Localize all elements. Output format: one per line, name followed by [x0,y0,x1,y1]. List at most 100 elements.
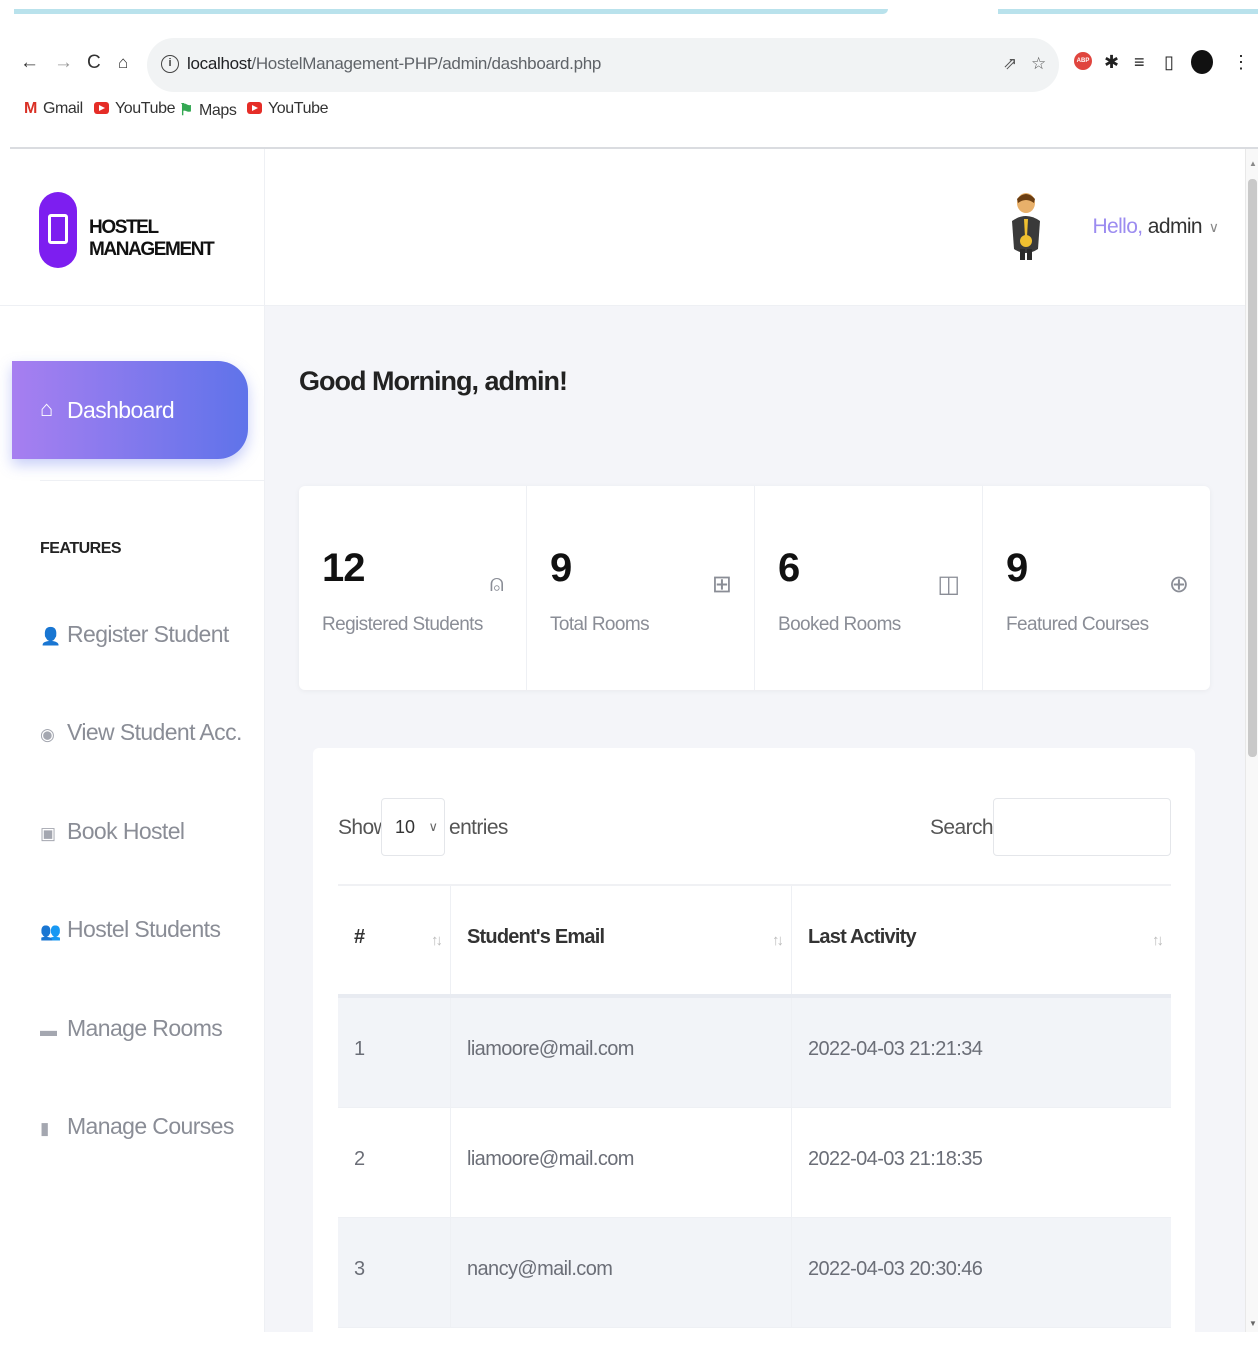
sort-icon: ↑↓ [431,932,443,949]
globe-icon: ⊕ [1168,571,1189,598]
top-bar: Hello, admin ∨ [265,149,1245,306]
chevron-down-icon[interactable]: ∨ [1209,219,1219,236]
bookmark-label: Maps [198,102,237,119]
tab-strip [0,0,1258,14]
sidebar-item-label: Manage Courses [67,1113,234,1139]
column-header-label: # [354,926,365,948]
browser-toolbar: ← → C ⌂ i localhost/HostelManagement-PHP… [0,14,1258,92]
user-menu[interactable]: Hello, admin ∨ [1012,191,1219,261]
scrollbar-thumb[interactable] [1248,179,1257,757]
column-header-index[interactable]: # ↑↓ [338,886,451,994]
page-title: Good Morning, admin! [299,366,568,396]
hello-text: Hello, [1092,215,1143,238]
section-heading: FEATURES [40,540,122,557]
bookmarks-bar: M Gmail YouTube ⚑ Maps YouTube [0,96,1258,128]
stat-value: 6 [778,546,800,590]
bookmark-youtube-2[interactable]: YouTube [247,100,328,118]
reload-icon[interactable]: C [87,52,101,74]
cell-index: 2 [338,1108,451,1217]
search-label: Search: [930,816,999,839]
column-header-email[interactable]: Student's Email ↑↓ [451,886,792,994]
forward-icon[interactable]: → [54,52,73,74]
sidebar-item-register-student[interactable]: 👤 Register Student [40,621,229,648]
reading-list-icon[interactable]: ≡ [1134,51,1145,73]
stat-registered-students: 12 Registered Students ⍝ [299,486,527,690]
search-input[interactable] [993,798,1171,856]
stat-label: Total Rooms [550,614,650,635]
column-header-last-activity[interactable]: Last Activity ↑↓ [792,886,1171,994]
cell-index: 1 [338,998,451,1107]
home-icon: ⌂ [40,396,54,421]
sidebar-item-book-hostel[interactable]: ▣ Book Hostel [40,818,185,845]
brand-name: HOSTEL MANAGEMENT [89,217,215,260]
user-plus-icon: 👤 [40,627,61,646]
profile-avatar-icon[interactable] [1191,50,1213,74]
cell-last-activity: 2022-04-03 21:18:35 [792,1108,1171,1217]
user-circle-icon: ◉ [40,725,55,744]
cell-text: 2022-04-03 21:18:35 [808,1148,983,1170]
entries-select[interactable]: 10 ∨ [381,798,445,856]
stat-booked-rooms: 6 Booked Rooms ◫ [755,486,983,690]
entries-value: 10 [395,817,416,837]
cell-email: liamoore@mail.com [451,1108,792,1217]
youtube-icon [247,102,262,114]
user-plus-icon: ⍝ [489,570,504,597]
brand-logo[interactable]: HOSTEL MANAGEMENT [0,149,265,306]
page-scrollbar[interactable]: ▲ ▼ [1245,149,1258,1332]
sidebar-item-hostel-students[interactable]: 👥 Hostel Students [40,916,221,943]
site-info-icon[interactable]: i [161,55,179,73]
book-icon: ▮ [40,1119,49,1138]
maps-icon: ⚑ [179,102,193,119]
stat-label: Registered Students [322,614,483,635]
cell-text: liamoore@mail.com [467,1038,634,1060]
sidebar-item-label: Dashboard [67,397,175,423]
sidebar-item-manage-rooms[interactable]: ▬ Manage Rooms [40,1015,223,1042]
share-icon[interactable]: ⇗ [1003,54,1017,74]
sidebar-item-dashboard[interactable]: ⌂ Dashboard [12,361,248,459]
sidebar-item-manage-courses[interactable]: ▮ Manage Courses [40,1113,234,1140]
bookmark-maps[interactable]: ⚑ Maps [179,100,237,120]
stats-card: 12 Registered Students ⍝ 9 Total Rooms ⊞… [299,486,1210,690]
gmail-icon: M [24,100,37,117]
sort-icon: ↑↓ [1152,932,1164,949]
bookmark-label: YouTube [115,100,176,117]
scroll-up-icon[interactable]: ▲ [1249,159,1257,168]
scroll-down-icon[interactable]: ▼ [1249,1319,1257,1328]
back-icon[interactable]: ← [20,52,39,74]
table-row: 2 liamoore@mail.com 2022-04-03 21:18:35 [338,1108,1171,1218]
greeting-user: Hello, admin [1092,215,1202,239]
home-icon[interactable]: ⌂ [118,52,128,74]
stat-label: Booked Rooms [778,614,901,635]
bookmark-label: Gmail [42,100,83,117]
entries-label: entries [449,816,508,839]
cell-text: 1 [354,1038,365,1060]
sidebar-item-view-student[interactable]: ◉ View Student Acc. [40,719,242,746]
stat-featured-courses: 9 Featured Courses ⊕ [983,486,1211,690]
menu-kebab-icon[interactable]: ⋮ [1232,51,1250,73]
adblock-icon[interactable]: ABP [1074,52,1092,70]
bookmark-youtube[interactable]: YouTube [94,100,175,118]
main-content: Good Morning, admin! 12 Registered Stude… [265,306,1245,1348]
extensions-icon[interactable]: ✱ [1104,51,1119,73]
cell-index: 3 [338,1218,451,1327]
table-row: 3 nancy@mail.com 2022-04-03 20:30:46 [338,1218,1171,1328]
url-path: /HostelManagement-PHP/admin/dashboard.ph… [251,54,602,73]
hostel-logo-icon [39,192,77,268]
side-panel-icon[interactable]: ▯ [1164,51,1174,73]
cell-text: 2022-04-03 20:30:46 [808,1258,983,1280]
column-header-label: Last Activity [808,926,917,948]
sidebar: HOSTEL MANAGEMENT ⌂ Dashboard FEATURES 👤… [0,149,265,1332]
stat-value: 9 [1006,546,1028,590]
address-bar[interactable]: i localhost/HostelManagement-PHP/admin/d… [147,38,1059,92]
users-icon: 👥 [40,922,61,941]
cell-text: 2 [354,1148,365,1170]
url-text[interactable]: localhost/HostelManagement-PHP/admin/das… [187,54,601,74]
book-open-icon: ◫ [937,571,960,598]
bed-icon: ▬ [40,1021,57,1040]
divider [40,480,265,481]
table-header-row: # ↑↓ Student's Email ↑↓ Last Activity ↑↓ [338,886,1171,998]
bookmark-star-icon[interactable]: ☆ [1031,54,1046,74]
stat-label: Featured Courses [1006,614,1149,635]
sidebar-item-label: Hostel Students [67,916,221,942]
bookmark-gmail[interactable]: M Gmail [24,100,83,118]
